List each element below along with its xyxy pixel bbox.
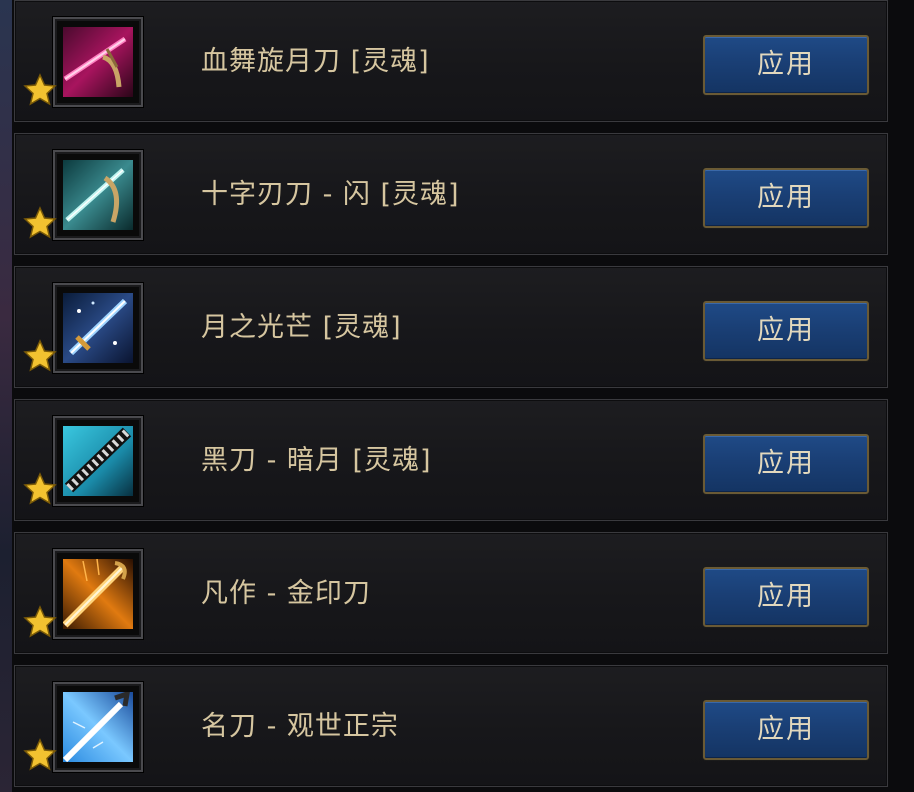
item-icon-frame[interactable] [53, 17, 143, 107]
list-item: 十字刃刀 - 闪 [灵魂] 应用 [14, 133, 888, 255]
golden-sword-icon [63, 559, 133, 629]
black-sword-icon [63, 426, 133, 496]
blue-sword-icon [63, 293, 133, 363]
list-item: 凡作 - 金印刀 应用 [14, 532, 888, 654]
item-name: 血舞旋月刀 [灵魂] [201, 46, 430, 77]
item-name: 黑刀 - 暗月 [灵魂] [201, 445, 432, 476]
apply-button[interactable]: 应用 [703, 700, 869, 760]
item-icon-frame[interactable] [53, 283, 143, 373]
gold-star-icon [23, 472, 57, 506]
teal-sword-icon [63, 160, 133, 230]
pink-sword-icon [63, 27, 133, 97]
gold-star-icon [23, 206, 57, 240]
apply-button[interactable]: 应用 [703, 567, 869, 627]
left-edge-background [0, 0, 12, 792]
item-icon-frame[interactable] [53, 549, 143, 639]
item-icon-frame[interactable] [53, 150, 143, 240]
list-item: 月之光芒 [灵魂] 应用 [14, 266, 888, 388]
item-name: 月之光芒 [灵魂] [201, 312, 402, 343]
lightblue-sword-icon [63, 692, 133, 762]
item-name: 名刀 - 观世正宗 [201, 711, 399, 742]
gold-star-icon [23, 738, 57, 772]
item-icon-frame[interactable] [53, 682, 143, 772]
item-name: 十字刃刀 - 闪 [灵魂] [201, 179, 460, 210]
item-name: 凡作 - 金印刀 [201, 578, 371, 609]
list-item: 名刀 - 观世正宗 应用 [14, 665, 888, 787]
gold-star-icon [23, 73, 57, 107]
apply-button[interactable]: 应用 [703, 434, 869, 494]
item-icon-frame[interactable] [53, 416, 143, 506]
apply-button[interactable]: 应用 [703, 168, 869, 228]
apply-button[interactable]: 应用 [703, 301, 869, 361]
list-item: 黑刀 - 暗月 [灵魂] 应用 [14, 399, 888, 521]
gold-star-icon [23, 339, 57, 373]
weapon-appearance-list: 血舞旋月刀 [灵魂] 应用 十字刃刀 - 闪 [灵魂] 应用 月之光芒 [灵魂]… [14, 0, 890, 792]
list-item: 血舞旋月刀 [灵魂] 应用 [14, 0, 888, 122]
gold-star-icon [23, 605, 57, 639]
apply-button[interactable]: 应用 [703, 35, 869, 95]
